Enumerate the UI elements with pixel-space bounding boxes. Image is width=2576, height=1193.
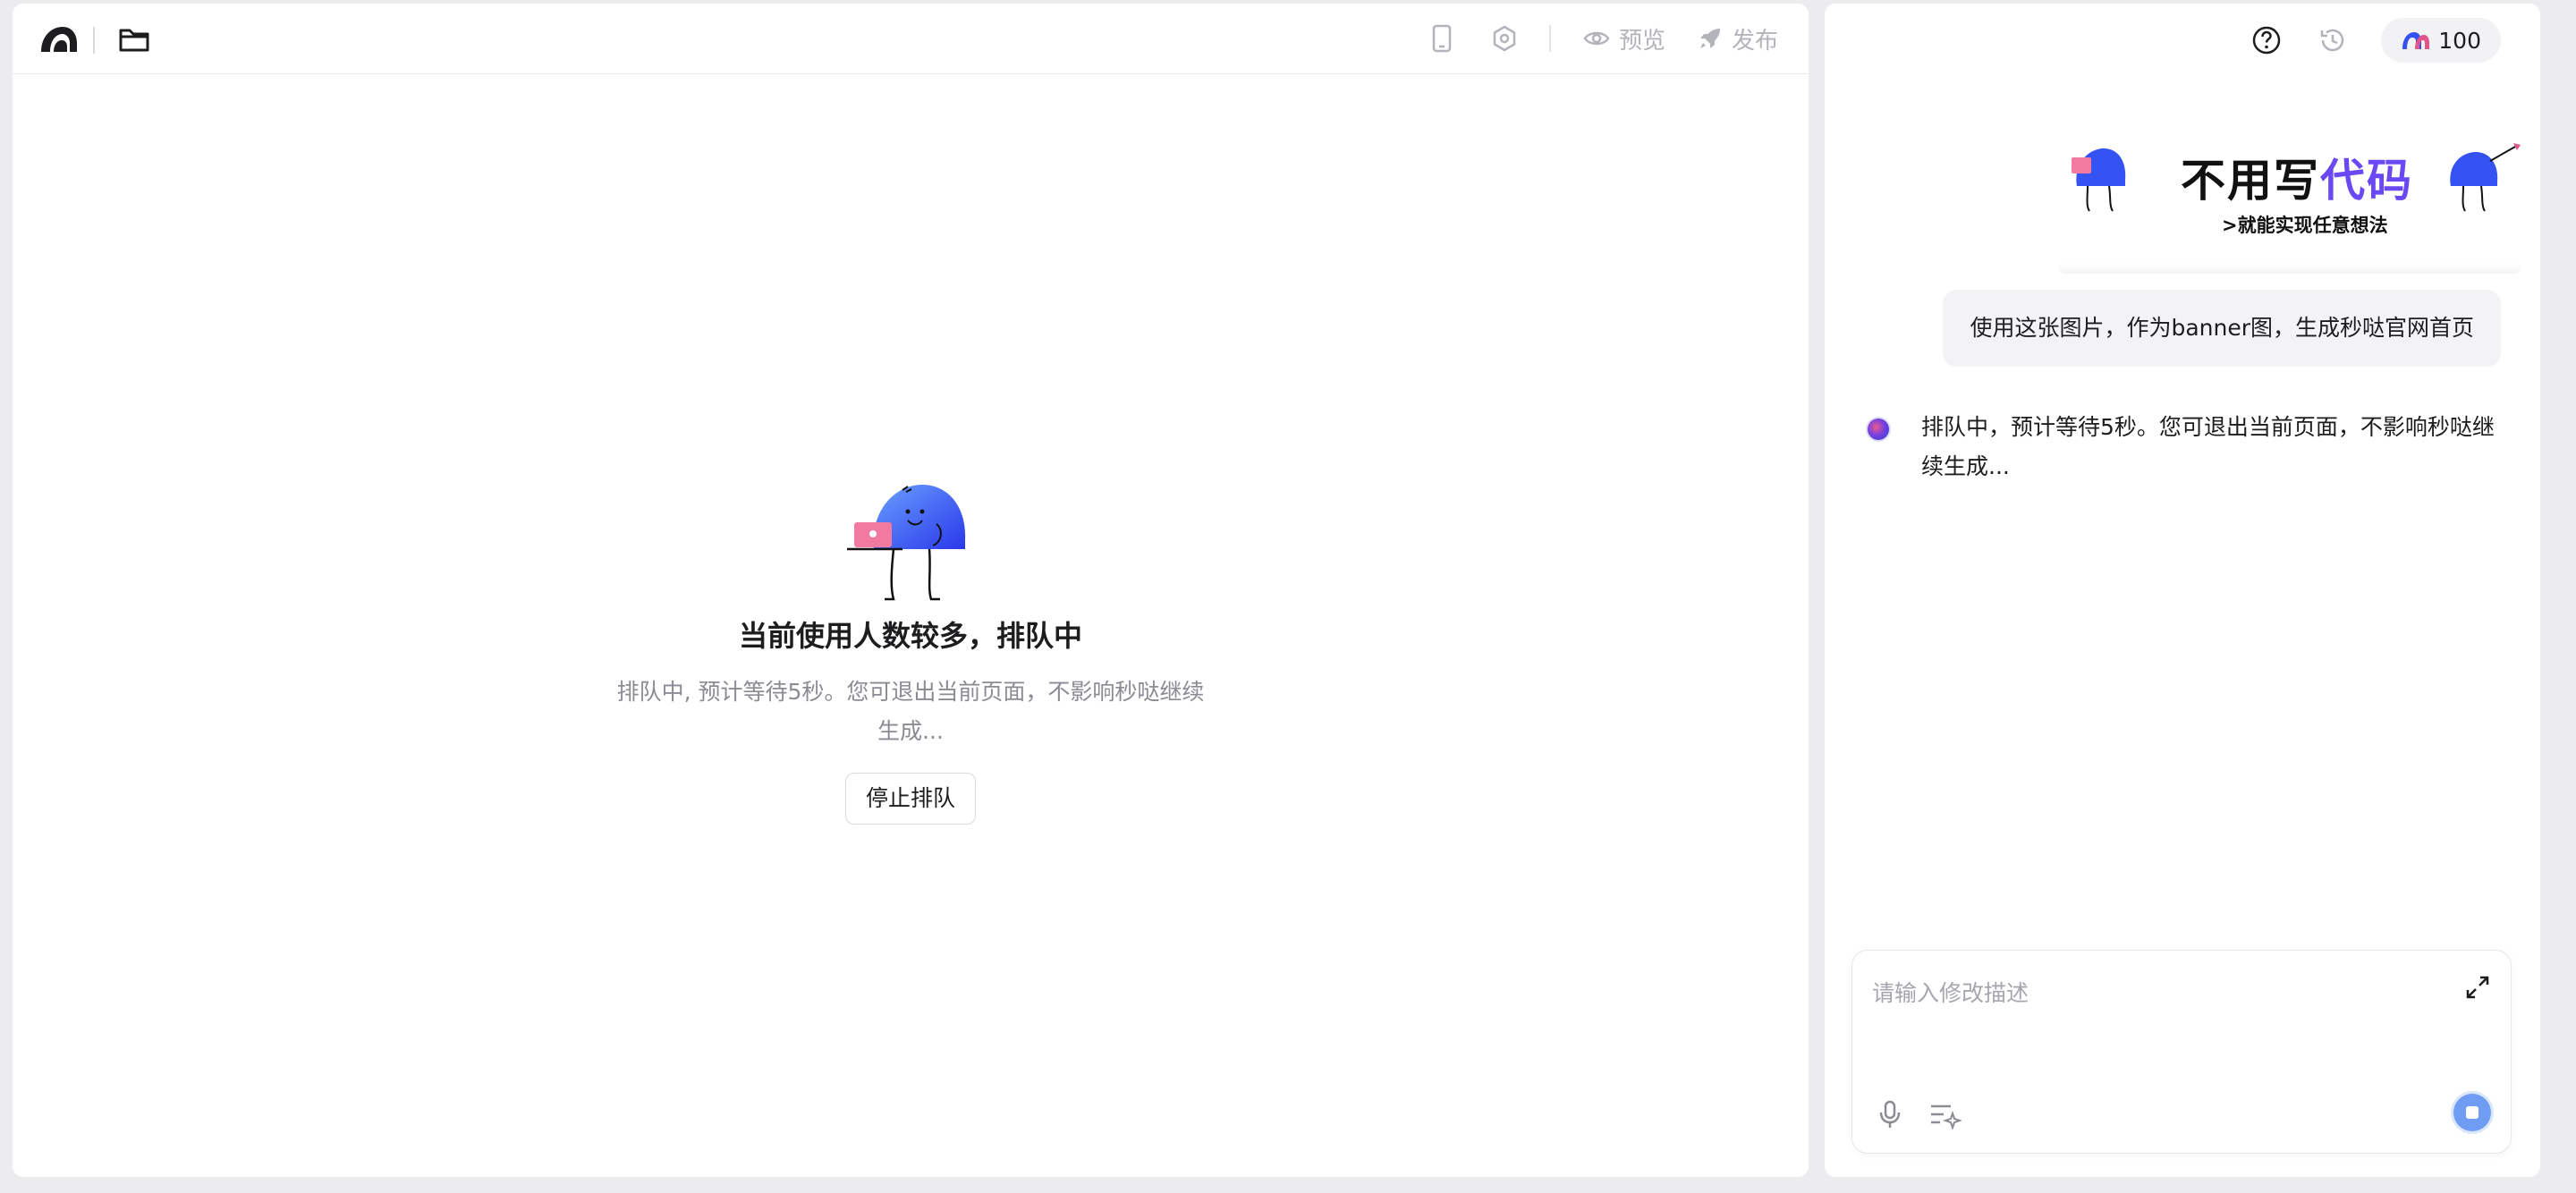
help-icon xyxy=(2253,26,2281,55)
banner-subtitle: >就能实现任意想法 xyxy=(2222,215,2388,236)
banner-title-part2: 代码 xyxy=(2320,155,2413,207)
stop-icon xyxy=(2466,1106,2479,1119)
settings-icon xyxy=(1493,25,1516,52)
banner-mascot-left xyxy=(2072,148,2126,212)
credits-count: 100 xyxy=(2438,27,2481,54)
banner-title-part1: 不用写 xyxy=(2181,155,2320,207)
preview-label: 预览 xyxy=(1618,27,1665,55)
eye-icon xyxy=(1583,31,1610,46)
history-icon xyxy=(2321,29,2344,52)
publish-button[interactable]: 发布 xyxy=(1698,22,1778,55)
user-message: 使用这张图片，作为banner图，生成秒哒官网首页 xyxy=(1943,290,2501,367)
prompt-input-placeholder[interactable]: 请输入修改描述 xyxy=(1872,976,2029,1008)
banner-title: 不用写代码 xyxy=(2181,145,2413,209)
chat-panel: 100 不用写代码 >就能实现任意想法 使用这张图片，作为banner图，生成秒… xyxy=(1825,4,2540,1177)
folder-icon[interactable] xyxy=(116,23,152,55)
stop-queue-button[interactable]: 停止排队 xyxy=(844,773,976,825)
prompt-icon[interactable] xyxy=(1928,1101,1962,1130)
rocket-icon xyxy=(1699,29,1720,48)
banner-mascot-right xyxy=(2450,143,2521,212)
queue-status: 当前使用人数较多，排队中 排队中, 预计等待5秒。您可退出当前页面，不影响秒哒继… xyxy=(13,478,1809,825)
credits-badge[interactable]: 100 xyxy=(2381,18,2501,63)
queue-description: 排队中, 预计等待5秒。您可退出当前页面，不影响秒哒继续生成... xyxy=(616,679,1205,744)
assistant-avatar xyxy=(1868,419,1889,440)
mobile-icon xyxy=(1432,24,1452,53)
credits-icon xyxy=(2402,32,2430,49)
chat-header: 100 xyxy=(2249,18,2501,63)
mobile-view-button[interactable] xyxy=(1424,21,1460,56)
preview-button[interactable]: 预览 xyxy=(1583,22,1665,55)
preview-toolbar: 预览 发布 xyxy=(13,4,1809,74)
publish-label: 发布 xyxy=(1731,27,1778,55)
toolbar-divider xyxy=(93,27,95,54)
logo-icon[interactable] xyxy=(39,23,79,55)
queue-title: 当前使用人数较多，排队中 xyxy=(738,619,1082,653)
preview-panel: 预览 发布 当前使用人数较多，排队中 排队中, 预计等待5秒。您可退出当前页面，… xyxy=(13,4,1809,1177)
prompt-input-box[interactable]: 请输入修改描述 xyxy=(1852,950,2512,1154)
assistant-message: 排队中，预计等待5秒。您可退出当前页面，不影响秒哒继续生成... xyxy=(1868,408,2512,487)
toolbar-divider-right xyxy=(1548,25,1551,52)
history-button[interactable] xyxy=(2315,22,2351,58)
banner-image: 不用写代码 >就能实现任意想法 xyxy=(2021,123,2522,274)
settings-button[interactable] xyxy=(1487,21,1522,56)
mic-icon[interactable] xyxy=(1876,1099,1904,1130)
assistant-message-text: 排队中，预计等待5秒。您可退出当前页面，不影响秒哒继续生成... xyxy=(1921,414,2495,479)
expand-icon[interactable] xyxy=(2464,974,2491,1001)
banner-bottom-edge xyxy=(2057,263,2522,274)
mascot-laptop-illustration xyxy=(847,485,966,601)
stop-generation-button[interactable] xyxy=(2453,1094,2491,1131)
help-button[interactable] xyxy=(2249,22,2284,58)
